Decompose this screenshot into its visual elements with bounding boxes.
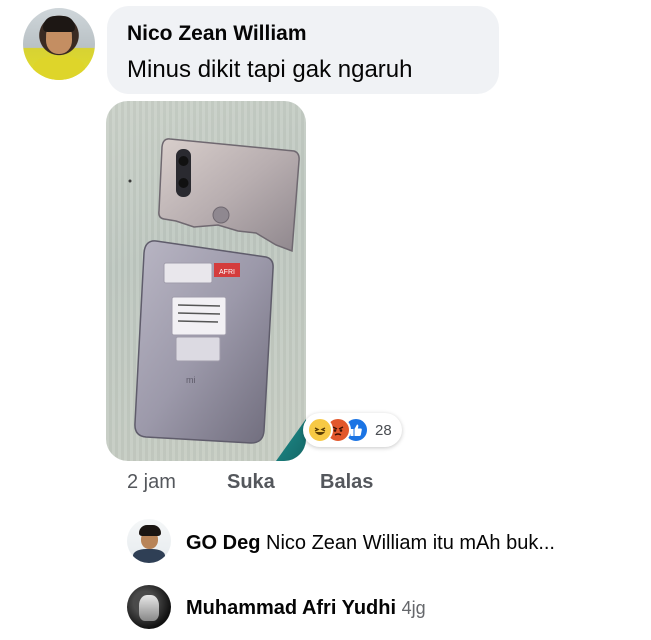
comment-timestamp[interactable]: 2 jam xyxy=(127,471,176,494)
comment-author-name[interactable]: Nico Zean William xyxy=(127,22,307,46)
reply-button[interactable]: Balas xyxy=(320,471,373,494)
reply-preview[interactable]: GO Deg Nico Zean William itu mAh buk... xyxy=(186,532,555,555)
reply-timestamp: 4jg xyxy=(401,598,426,618)
reply-avatar[interactable] xyxy=(127,585,171,629)
reply-preview[interactable]: Muhammad Afri Yudhi 4jg xyxy=(186,597,426,620)
svg-text:mi: mi xyxy=(186,375,196,385)
haha-reaction-icon xyxy=(307,417,333,443)
like-button[interactable]: Suka xyxy=(227,471,275,494)
reply-author-name[interactable]: GO Deg xyxy=(186,532,260,554)
reaction-summary[interactable]: 28 xyxy=(303,413,402,447)
comment-text: Minus dikit tapi gak ngaruh xyxy=(127,56,413,83)
reply-text: Nico Zean William itu mAh buk... xyxy=(266,532,555,554)
reply-avatar[interactable] xyxy=(127,519,171,563)
comment-photo[interactable]: AFRI mi xyxy=(106,101,306,461)
reaction-count: 28 xyxy=(375,421,392,439)
photo-sticker-text: AFRI xyxy=(219,269,235,276)
reply-author-name[interactable]: Muhammad Afri Yudhi xyxy=(186,597,396,619)
commenter-avatar[interactable] xyxy=(23,8,95,80)
broken-phone-illustration: AFRI mi xyxy=(128,138,306,461)
